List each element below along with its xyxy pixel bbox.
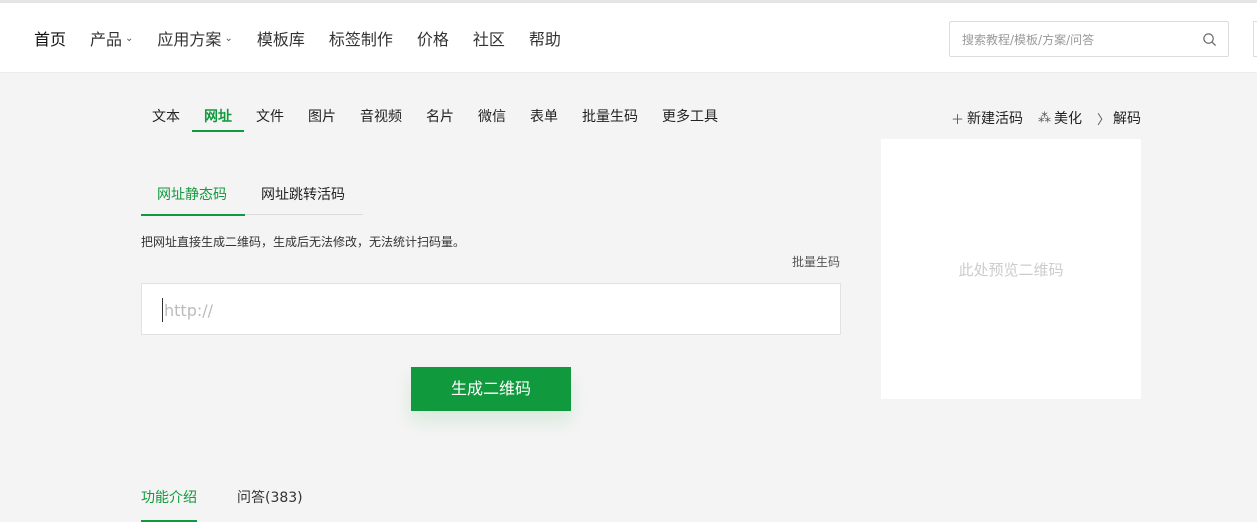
url-input-box	[141, 283, 841, 335]
tool-tab-batch[interactable]: 批量生码	[570, 100, 650, 132]
tool-tab-image[interactable]: 图片	[296, 100, 348, 132]
bottom-tabs: 功能介绍 问答(383)	[141, 487, 343, 522]
beautify-button[interactable]: ⁂ 美化	[1038, 108, 1082, 128]
tool-label: 解码	[1113, 111, 1141, 127]
sub-tab-static-url[interactable]: 网址静态码	[141, 177, 245, 216]
nav-item-labels[interactable]: 标签制作	[329, 26, 393, 50]
tool-tab-form[interactable]: 表单	[518, 100, 570, 132]
batch-generate-link[interactable]: 批量生码	[792, 253, 840, 270]
qr-preview-panel: 此处预览二维码	[881, 139, 1141, 399]
description-text: 把网址直接生成二维码，生成后无法修改，无法统计扫码量。	[141, 235, 466, 249]
new-active-code-button[interactable]: ＋ 新建活码	[951, 108, 1023, 128]
tool-tab-card[interactable]: 名片	[414, 100, 466, 132]
scan-icon: 〉	[1096, 112, 1110, 128]
tab-qa[interactable]: 问答(383)	[237, 487, 303, 522]
tab-features[interactable]: 功能介绍	[141, 487, 197, 522]
tools-right: ＋ 新建活码 ⁂ 美化 〉 解码	[936, 108, 1141, 128]
tool-label: 新建活码	[966, 111, 1023, 127]
tool-tabs: 文本 网址 文件 图片 音视频 名片 微信 表单 批量生码 更多工具	[140, 100, 730, 132]
nav-label: 标签制作	[328, 30, 393, 49]
url-input[interactable]	[162, 298, 822, 322]
nav-label: 社区	[472, 30, 505, 49]
nav-label: 应用方案	[157, 30, 222, 49]
nav-label: 模板库	[256, 30, 305, 49]
nav-item-home[interactable]: 首页	[34, 26, 66, 50]
tool-tab-file[interactable]: 文件	[244, 100, 296, 132]
sparkle-icon: ⁂	[1037, 110, 1051, 126]
tool-tab-more[interactable]: 更多工具	[650, 100, 730, 132]
nav-item-community[interactable]: 社区	[473, 26, 505, 50]
tool-tab-wechat[interactable]: 微信	[466, 100, 518, 132]
tool-tab-media[interactable]: 音视频	[348, 100, 414, 132]
plus-icon: ＋	[950, 112, 964, 128]
search-icon[interactable]	[1202, 32, 1217, 47]
preview-placeholder: 此处预览二维码	[958, 261, 1064, 279]
search-box	[949, 21, 1229, 57]
tool-tab-url[interactable]: 网址	[192, 100, 244, 132]
sub-tabs: 网址静态码 网址跳转活码	[141, 177, 363, 216]
sub-tab-redirect-url[interactable]: 网址跳转活码	[245, 177, 361, 215]
chevron-down-icon: ⌄	[125, 32, 134, 44]
tool-tab-text[interactable]: 文本	[140, 100, 192, 132]
tool-label: 美化	[1053, 111, 1082, 127]
nav-item-help[interactable]: 帮助	[529, 26, 561, 50]
nav-label: 首页	[34, 30, 67, 49]
header: 首页 产品 ⌄ 应用方案 ⌄ 模板库 标签制作 价格 社区 帮助	[0, 3, 1257, 73]
main-nav: 首页 产品 ⌄ 应用方案 ⌄ 模板库 标签制作 价格 社区 帮助	[34, 3, 585, 73]
nav-item-templates[interactable]: 模板库	[257, 26, 305, 50]
nav-label: 帮助	[528, 30, 561, 49]
nav-item-products[interactable]: 产品 ⌄	[90, 26, 133, 50]
header-edge-button[interactable]	[1253, 21, 1257, 57]
nav-item-pricing[interactable]: 价格	[417, 26, 449, 50]
nav-label: 价格	[416, 30, 449, 49]
generate-qr-button[interactable]: 生成二维码	[411, 367, 571, 411]
nav-label: 产品	[90, 30, 123, 49]
search-input[interactable]	[962, 31, 1192, 49]
chevron-down-icon: ⌄	[224, 32, 233, 44]
nav-item-solutions[interactable]: 应用方案 ⌄	[157, 26, 232, 50]
decode-button[interactable]: 〉 解码	[1097, 108, 1141, 128]
